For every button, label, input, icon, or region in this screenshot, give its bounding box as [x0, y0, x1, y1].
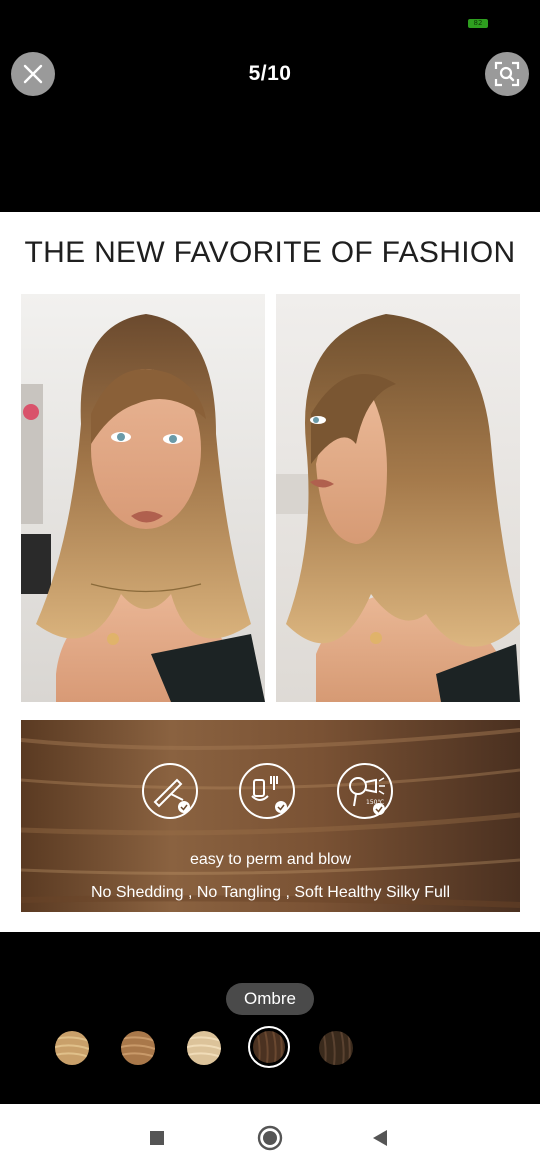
banner-text-perm: easy to perm and blow	[190, 851, 351, 868]
model-photo-side	[276, 294, 520, 702]
variant-swatch-ombre[interactable]	[248, 1026, 290, 1068]
battery-level: 82	[473, 19, 483, 27]
banner-text-features: No Shedding , No Tangling , Soft Healthy…	[90, 884, 450, 901]
system-navigation-bar	[0, 1104, 540, 1170]
recent-apps-icon[interactable]	[149, 1130, 165, 1146]
flat-iron-icon	[142, 763, 198, 819]
model-photo-front	[21, 294, 265, 702]
image-search-icon	[494, 61, 520, 87]
product-image[interactable]: THE NEW FAVORITE OF FASHION 150℃ easy to…	[0, 212, 540, 932]
home-icon[interactable]	[257, 1125, 283, 1151]
features-banner: 150℃ easy to perm and blow No Shedding ,…	[21, 720, 520, 912]
image-headline: THE NEW FAVORITE OF FASHION	[24, 236, 516, 269]
wash-brush-icon	[239, 763, 295, 819]
variant-swatch-dark-brown[interactable]	[319, 1031, 353, 1065]
hair-dryer-icon: 150℃	[337, 763, 393, 819]
variant-swatch-light-brown[interactable]	[55, 1031, 89, 1065]
status-bar: 82	[0, 0, 540, 40]
image-search-button[interactable]	[485, 52, 529, 96]
viewer-top-bar: 5/10	[0, 40, 540, 110]
page-counter: 5/10	[248, 62, 292, 85]
back-icon[interactable]	[371, 1129, 389, 1147]
battery-icon: 82	[468, 19, 488, 28]
variant-swatch-blonde[interactable]	[187, 1031, 221, 1065]
variant-swatch-honey-brown[interactable]	[121, 1031, 155, 1065]
selected-variant-label: Ombre	[226, 983, 314, 1015]
